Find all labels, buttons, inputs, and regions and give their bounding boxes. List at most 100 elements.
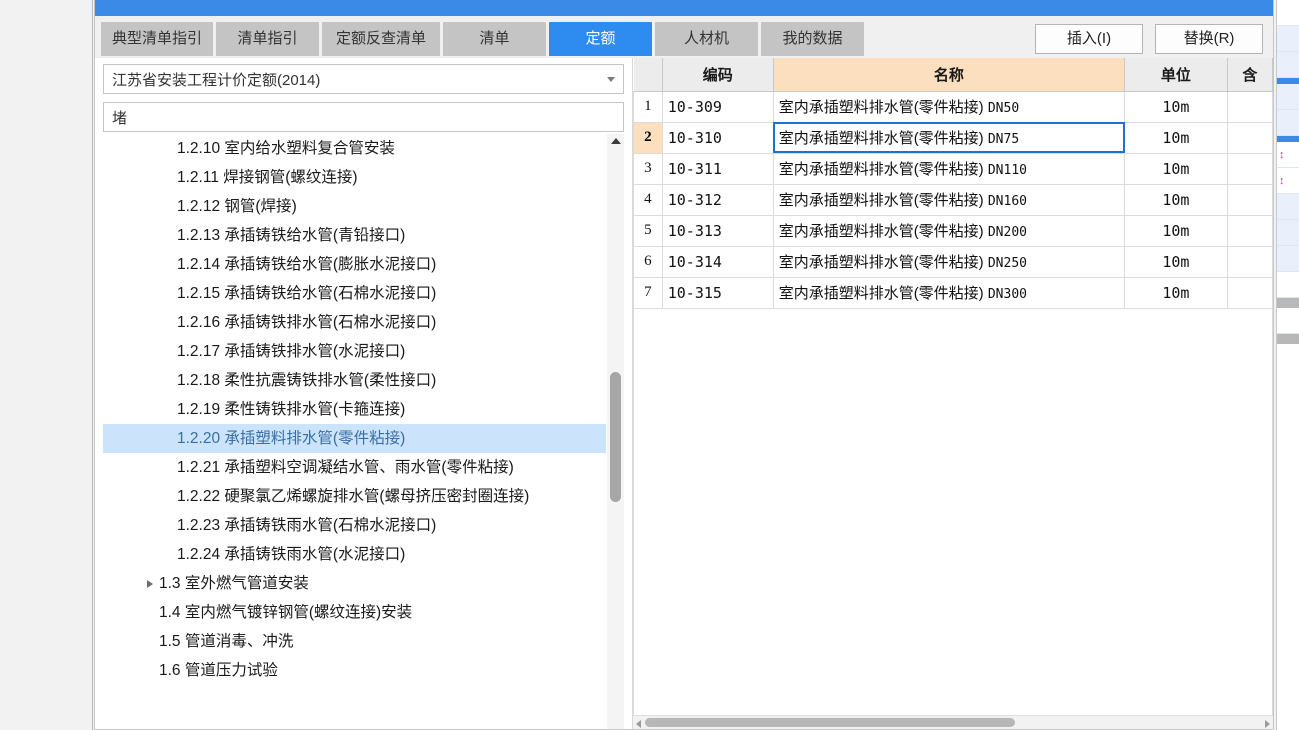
table-row[interactable]: 1 10-309 室内承插塑料排水管(零件粘接) DN50 10m (633, 90, 1273, 123)
replace-button[interactable]: 替换(R) (1155, 24, 1263, 54)
cell-extra[interactable] (1226, 152, 1273, 185)
horizontal-scrollbar-thumb[interactable] (645, 718, 1015, 727)
tree-item[interactable]: 1.2.18 柔性抗震铸铁排水管(柔性接口) (103, 366, 606, 395)
tree-item[interactable]: 1.2.15 承插铸铁给水管(石棉水泥接口) (103, 279, 606, 308)
cell-extra[interactable] (1226, 276, 1273, 309)
table-row[interactable]: 6 10-314 室内承插塑料排水管(零件粘接) DN250 10m (633, 245, 1273, 278)
item-diameter: DN250 (987, 256, 1027, 271)
tree-item[interactable]: 1.2.14 承插铸铁给水管(膨胀水泥接口) (103, 250, 606, 279)
background-window-scrollbar[interactable] (1277, 298, 1299, 308)
cell-extra[interactable] (1226, 245, 1273, 278)
cell-name[interactable]: 室内承插塑料排水管(零件粘接) DN200 (772, 214, 1126, 247)
cell-name[interactable]: 室内承插塑料排水管(零件粘接) DN160 (772, 183, 1126, 216)
cell-name[interactable]: 室内承插塑料排水管(零件粘接) DN250 (772, 245, 1126, 278)
tree-item[interactable]: 1.2.17 承插铸铁排水管(水泥接口) (103, 337, 606, 366)
cell-extra[interactable] (1226, 121, 1273, 154)
background-window-scrollbar[interactable] (1277, 334, 1299, 344)
cell-idx[interactable]: 2 (633, 121, 663, 154)
cell-idx[interactable]: 3 (633, 152, 663, 185)
tab-4[interactable]: 定额 (549, 22, 652, 56)
column-header-name[interactable]: 名称 (772, 58, 1126, 92)
cell-unit[interactable]: 10m (1124, 121, 1228, 154)
tree-item[interactable]: 1.3 室外燃气管道安装 (103, 569, 606, 598)
cell-code[interactable]: 10-311 (661, 152, 774, 185)
query-dialog: 典型清单指引 清单指引 定额反查清单 清单 定额 人材机 我的数据 插入(I) 替换(R) … (94, 0, 1274, 730)
cell-unit[interactable]: 10m (1124, 183, 1228, 216)
cell-unit[interactable]: 10m (1124, 276, 1228, 309)
cell-name[interactable]: 室内承插塑料排水管(零件粘接) DN75 (772, 121, 1126, 154)
tab-6[interactable]: 我的数据 (761, 22, 864, 56)
background-window[interactable]: ↕ ↕ (1276, 0, 1299, 730)
expand-arrow-icon[interactable] (141, 579, 159, 588)
cell-unit[interactable]: 10m (1124, 152, 1228, 185)
tab-3[interactable]: 清单 (443, 22, 546, 56)
tree-item[interactable]: 1.2.21 承插塑料空调凝结水管、雨水管(零件粘接) (103, 453, 606, 482)
tree-item[interactable]: 1.2.24 承插铸铁雨水管(水泥接口) (103, 540, 606, 569)
table-row[interactable]: 7 10-315 室内承插塑料排水管(零件粘接) DN300 10m (633, 276, 1273, 309)
cell-unit[interactable]: 10m (1124, 214, 1228, 247)
cell-name[interactable]: 室内承插塑料排水管(零件粘接) DN300 (772, 276, 1126, 309)
scroll-right-icon[interactable] (1265, 720, 1270, 728)
cell-code[interactable]: 10-314 (661, 245, 774, 278)
tab-2[interactable]: 定额反查清单 (322, 22, 440, 56)
dialog-titlebar[interactable] (95, 0, 1273, 16)
cell-extra[interactable] (1226, 183, 1273, 216)
insert-button[interactable]: 插入(I) (1035, 24, 1143, 54)
table-row[interactable]: 5 10-313 室内承插塑料排水管(零件粘接) DN200 10m (633, 214, 1273, 247)
tree-item[interactable]: 1.2.20 承插塑料排水管(零件粘接) (103, 424, 606, 453)
table-row[interactable]: 4 10-312 室内承插塑料排水管(零件粘接) DN160 10m (633, 183, 1273, 216)
cell-extra[interactable] (1226, 90, 1273, 123)
tab-0[interactable]: 典型清单指引 (101, 22, 213, 56)
tree-item[interactable]: 1.2.10 室内给水塑料复合管安装 (103, 134, 606, 163)
scroll-up-icon[interactable] (610, 138, 621, 144)
search-input[interactable] (103, 102, 624, 132)
cell-idx[interactable]: 7 (633, 276, 663, 309)
scrollbar-thumb[interactable] (610, 372, 621, 502)
scroll-left-icon[interactable] (636, 720, 641, 728)
tree-item[interactable]: 1.4 室内燃气镀锌钢管(螺纹连接)安装 (103, 598, 606, 627)
tree-item[interactable]: 1.5 管道消毒、冲洗 (103, 627, 606, 656)
cell-idx[interactable]: 4 (633, 183, 663, 216)
cell-code[interactable]: 10-315 (661, 276, 774, 309)
dialog-body: 江苏省安装工程计价定额(2014) 1.2.10 室内给水塑料复合管安装 1.2.… (95, 58, 1273, 729)
cell-idx[interactable]: 6 (633, 245, 663, 278)
cell-code[interactable]: 10-312 (661, 183, 774, 216)
tree-item[interactable]: 1.2.13 承插铸铁给水管(青铅接口) (103, 221, 606, 250)
chevron-down-icon (607, 77, 615, 82)
column-header-extra[interactable]: 含 (1226, 58, 1273, 92)
cell-unit[interactable]: 10m (1124, 245, 1228, 278)
tree-item[interactable]: 1.2.12 钢管(焊接) (103, 192, 606, 221)
cell-idx[interactable]: 1 (633, 90, 663, 123)
cell-name[interactable]: 室内承插塑料排水管(零件粘接) DN110 (772, 152, 1126, 185)
category-tree-scrollbar[interactable] (607, 134, 624, 729)
item-name: 室内承插塑料排水管(零件粘接) (778, 192, 988, 209)
tree-item[interactable]: 1.2.16 承插铸铁排水管(石棉水泥接口) (103, 308, 606, 337)
tree-item[interactable]: 1.2.22 硬聚氯乙烯螺旋排水管(螺母挤压密封圈连接) (103, 482, 606, 511)
cell-idx[interactable]: 5 (633, 214, 663, 247)
background-window-marker: ↕ (1279, 175, 1285, 187)
column-header-code[interactable]: 编码 (661, 58, 774, 92)
tree-item[interactable]: 1.2.23 承插铸铁雨水管(石棉水泥接口) (103, 511, 606, 540)
library-select[interactable]: 江苏省安装工程计价定额(2014) (103, 64, 624, 94)
cell-code[interactable]: 10-313 (661, 214, 774, 247)
cell-code[interactable]: 10-309 (661, 90, 774, 123)
tree-item-label: 1.2.18 柔性抗震铸铁排水管(柔性接口) (177, 372, 437, 389)
cell-code[interactable]: 10-310 (661, 121, 774, 154)
category-tree-wrapper: 1.2.10 室内给水塑料复合管安装 1.2.11 焊接钢管(螺纹连接) 1.2.1… (103, 134, 624, 729)
tree-item[interactable]: 1.2.19 柔性铸铁排水管(卡箍连接) (103, 395, 606, 424)
tree-item[interactable]: 1.6 管道压力试验 (103, 656, 606, 685)
table-row[interactable]: 2 10-310 室内承插塑料排水管(零件粘接) DN75 10m (633, 121, 1273, 154)
table-horizontal-scrollbar[interactable] (633, 715, 1273, 729)
cell-name[interactable]: 室内承插塑料排水管(零件粘接) DN50 (772, 90, 1126, 123)
cell-unit[interactable]: 10m (1124, 90, 1228, 123)
item-name: 室内承插塑料排水管(零件粘接) (778, 99, 988, 116)
tab-1[interactable]: 清单指引 (216, 22, 319, 56)
tab-5[interactable]: 人材机 (655, 22, 758, 56)
tree-item[interactable]: 1.2.11 焊接钢管(螺纹连接) (103, 163, 606, 192)
tab-label: 定额反查清单 (335, 30, 426, 47)
table-row[interactable]: 3 10-311 室内承插塑料排水管(零件粘接) DN110 10m (633, 152, 1273, 185)
column-header-idx[interactable] (633, 58, 663, 92)
column-header-unit[interactable]: 单位 (1124, 58, 1228, 92)
cell-extra[interactable] (1226, 214, 1273, 247)
tree-item-label: 1.2.10 室内给水塑料复合管安装 (177, 140, 395, 157)
